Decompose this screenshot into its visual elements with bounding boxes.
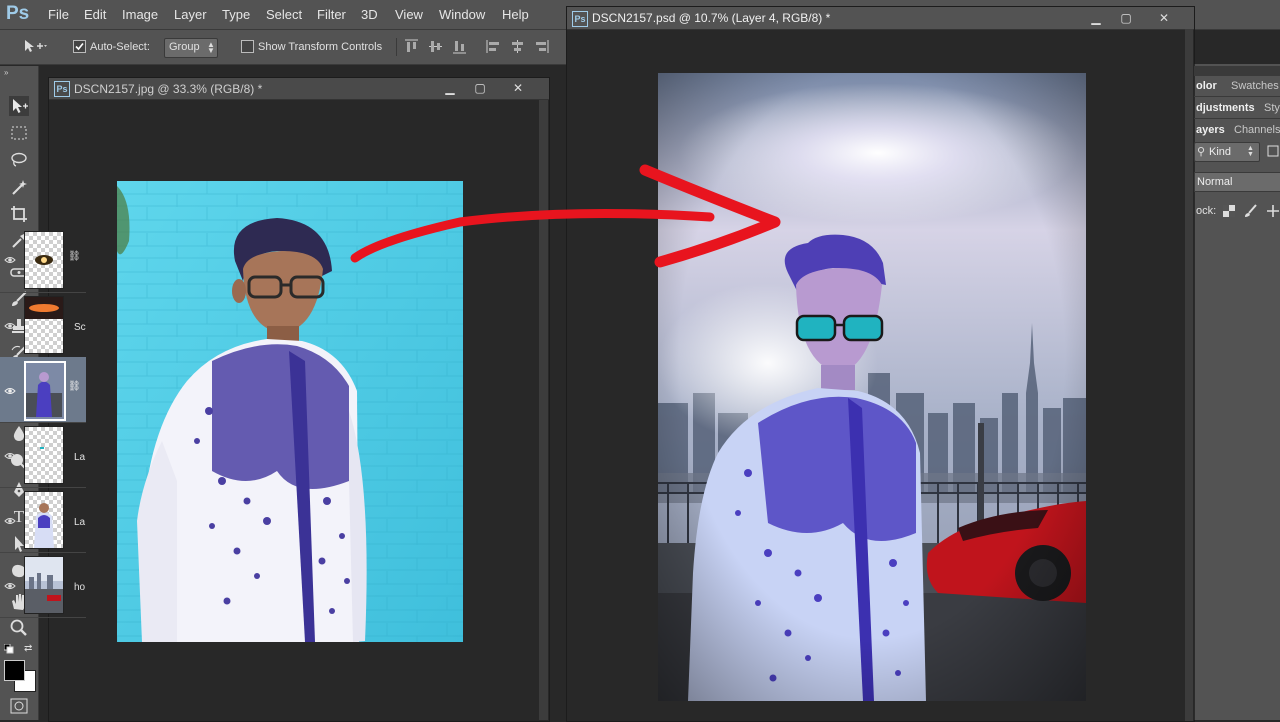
- layer-row[interactable]: La: [0, 422, 86, 488]
- layer-thumbnail: [24, 361, 66, 421]
- marquee-icon[interactable]: [9, 123, 29, 143]
- menu-file[interactable]: File: [48, 7, 69, 22]
- zoom-icon[interactable]: [9, 618, 29, 638]
- eye-icon[interactable]: [4, 580, 16, 590]
- auto-select-label: Auto-Select:: [90, 41, 150, 53]
- eye-icon[interactable]: [4, 385, 16, 395]
- layer-name: ho: [74, 582, 86, 593]
- tab-swatches[interactable]: Swatches: [1231, 76, 1280, 96]
- right-panels: [1194, 64, 1280, 720]
- document-title-bar[interactable]: Ps DSCN2157.psd @ 10.7% (Layer 4, RGB/8)…: [567, 7, 1194, 30]
- kind-label: Kind: [1209, 146, 1232, 158]
- blend-mode-dropdown[interactable]: Normal: [1194, 172, 1280, 192]
- eye-icon[interactable]: [4, 254, 16, 264]
- lock-label: ock:: [1196, 205, 1217, 217]
- quick-mask-icon[interactable]: [10, 698, 28, 714]
- layer-thumbnail: [24, 426, 64, 484]
- menu-image[interactable]: Image: [122, 7, 158, 22]
- photoshop-logo: Ps: [6, 3, 30, 24]
- align-left-icon[interactable]: [486, 39, 501, 54]
- layer-row[interactable]: ⛓: [0, 227, 86, 293]
- close-icon[interactable]: ✕: [1153, 11, 1175, 25]
- close-icon[interactable]: ✕: [507, 81, 529, 95]
- lock-pixels-icon[interactable]: [1244, 204, 1258, 218]
- auto-select-target-dropdown[interactable]: Group ▲ ▼: [164, 38, 218, 58]
- search-icon: ⚲: [1197, 146, 1206, 158]
- show-transform-label: Show Transform Controls: [258, 41, 383, 53]
- layer-name: La: [74, 517, 86, 528]
- group-select-value: Group: [169, 41, 200, 53]
- lasso-icon[interactable]: [9, 150, 29, 170]
- align-top-icon[interactable]: [404, 39, 419, 54]
- lock-transparent-icon[interactable]: [1222, 204, 1236, 218]
- ps-doc-icon: Ps: [572, 11, 588, 27]
- ps-doc-icon: Ps: [54, 81, 70, 97]
- align-right-icon[interactable]: [534, 39, 549, 54]
- scrollbar[interactable]: [1185, 29, 1193, 721]
- tab-color[interactable]: olor: [1196, 76, 1226, 96]
- updown-arrow-icon: ▲ ▼: [207, 40, 215, 55]
- show-transform-checkbox[interactable]: [241, 40, 254, 53]
- eye-icon[interactable]: [4, 515, 16, 525]
- tab-styles[interactable]: Sty: [1264, 98, 1280, 118]
- panel-divider: [1194, 118, 1280, 119]
- align-hcenter-icon[interactable]: [510, 39, 525, 54]
- panel-header-strip: [1194, 66, 1280, 76]
- layer-thumbnail: [24, 556, 64, 614]
- maximize-icon[interactable]: ▢: [469, 81, 491, 95]
- options-divider: [396, 38, 397, 56]
- blend-mode-value: Normal: [1197, 176, 1233, 188]
- menu-window[interactable]: Window: [439, 7, 485, 22]
- document-title: DSCN2157.jpg @ 33.3% (RGB/8) *: [74, 82, 263, 96]
- layer-thumbnail: [24, 231, 64, 289]
- panel-divider: [1194, 96, 1280, 97]
- minimize-icon[interactable]: ▁: [1085, 11, 1107, 25]
- crop-icon[interactable]: [9, 204, 29, 224]
- layer-name: La: [74, 452, 86, 463]
- layer-row[interactable]: La: [0, 487, 86, 553]
- eye-icon[interactable]: [4, 320, 16, 330]
- lock-position-icon[interactable]: [1266, 204, 1280, 218]
- layer-filter-kind-dropdown[interactable]: ⚲ Kind ▲ ▼: [1194, 142, 1260, 162]
- align-bottom-icon[interactable]: [452, 39, 467, 54]
- eye-icon[interactable]: [4, 450, 16, 460]
- default-colors-icon[interactable]: [3, 643, 14, 654]
- red-arrow-annotation: [340, 150, 790, 280]
- menu-select[interactable]: Select: [266, 7, 302, 22]
- updown-arrow-icon: ▲ ▼: [1247, 145, 1254, 158]
- swap-colors-icon[interactable]: ⇄: [24, 643, 32, 654]
- tab-channels[interactable]: Channels: [1234, 120, 1280, 140]
- menu-edit[interactable]: Edit: [84, 7, 106, 22]
- layer-link-icon: ⛓: [68, 251, 81, 262]
- document-title-bar[interactable]: Ps DSCN2157.jpg @ 33.3% (RGB/8) * ▁ ▢ ✕: [49, 78, 549, 100]
- layer-row-selected[interactable]: ⛓: [0, 357, 86, 423]
- magic-wand-icon[interactable]: [9, 177, 29, 197]
- layer-thumbnail: [24, 491, 64, 549]
- align-vcenter-icon[interactable]: [428, 39, 443, 54]
- layer-name: Sc: [74, 322, 86, 333]
- menu-type[interactable]: Type: [222, 7, 250, 22]
- move-tool-preset-icon[interactable]: [22, 38, 48, 54]
- layer-row[interactable]: ho: [0, 552, 86, 618]
- menu-3d[interactable]: 3D: [361, 7, 378, 22]
- layer-row[interactable]: Sc: [0, 292, 86, 358]
- auto-select-checkbox[interactable]: [73, 40, 86, 53]
- minimize-icon[interactable]: ▁: [439, 81, 461, 95]
- foreground-color-swatch[interactable]: [4, 660, 25, 681]
- move-icon[interactable]: [9, 96, 29, 116]
- document-title: DSCN2157.psd @ 10.7% (Layer 4, RGB/8) *: [592, 11, 831, 25]
- menu-filter[interactable]: Filter: [317, 7, 346, 22]
- collapse-toolbar-icon[interactable]: »: [4, 68, 8, 77]
- maximize-icon[interactable]: ▢: [1115, 11, 1137, 25]
- tab-layers[interactable]: ayers: [1196, 120, 1228, 140]
- filter-image-icon[interactable]: [1266, 145, 1280, 157]
- menu-help[interactable]: Help: [502, 7, 529, 22]
- layer-thumbnail: [24, 296, 64, 354]
- menu-view[interactable]: View: [395, 7, 423, 22]
- layer-link-icon: ⛓: [68, 381, 81, 392]
- tab-adjustments[interactable]: djustments: [1196, 98, 1258, 118]
- menu-layer[interactable]: Layer: [174, 7, 207, 22]
